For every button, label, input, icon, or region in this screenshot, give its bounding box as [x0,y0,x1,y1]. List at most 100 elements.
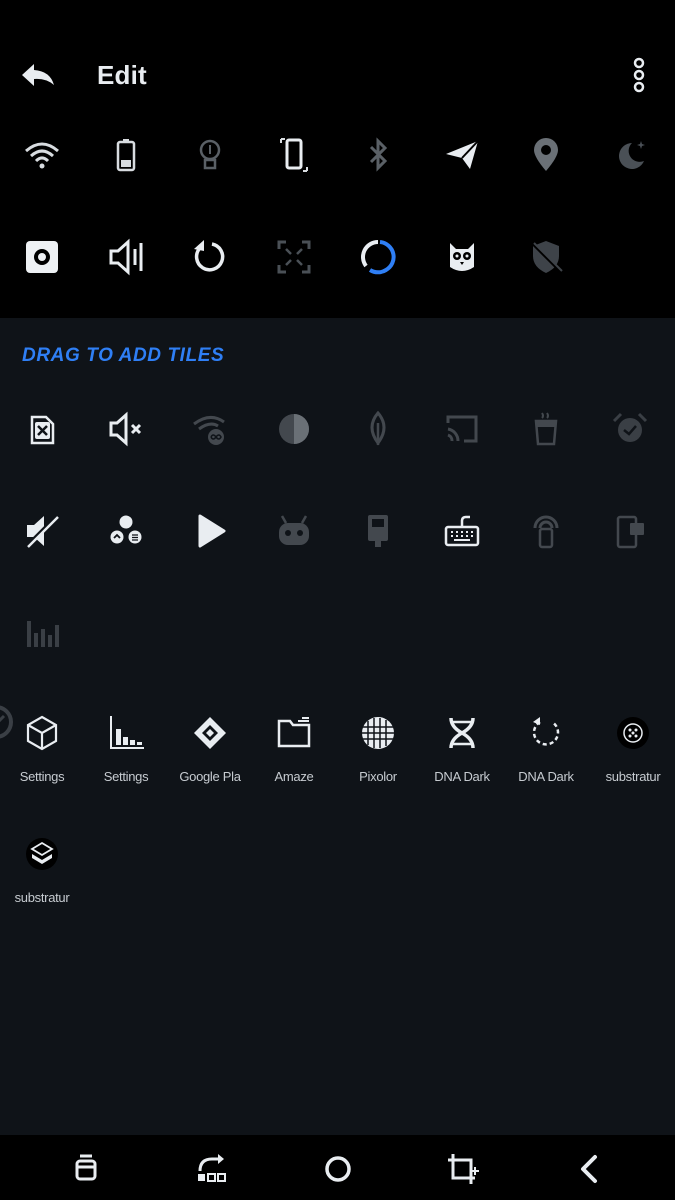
app-tile-substratum-1[interactable]: substratur [591,713,675,784]
hotspot-icon [533,515,559,549]
tile-sound-off[interactable] [10,499,74,563]
app-label: DNA Dark [518,769,574,784]
auto-rotate-icon [280,138,308,172]
tile-volume-mute[interactable] [94,397,158,461]
tile-night-mode[interactable] [598,123,662,187]
tile-screen-record[interactable] [10,225,74,289]
tile-bluetooth[interactable] [346,123,410,187]
app-tile-substratum-2[interactable]: substratur [0,834,84,905]
data-saver-icon [361,240,396,275]
coffee-icon [534,412,558,446]
app-label: Settings [19,769,65,784]
tile-device[interactable] [598,499,662,563]
refresh-dots-icon [526,713,566,753]
tile-ambient[interactable] [346,397,410,461]
app-tile-dna-dark-1[interactable]: DNA Dark [420,713,504,784]
navigation-bar [0,1135,675,1200]
app-tile-pixolor[interactable]: Pixolor [336,713,420,784]
back-button[interactable] [18,58,58,94]
folder-icon [274,713,314,753]
app-label: DNA Dark [434,769,490,784]
recent-apps-icon [75,1154,97,1181]
tile-wifi-infinity[interactable] [178,397,242,461]
flashlight-icon [199,139,221,170]
back-icon [581,1155,597,1183]
bar-chart-icon [106,713,146,753]
alarm-icon [612,412,648,442]
tile-coffee[interactable] [514,397,578,461]
app-tile-dna-dark-2[interactable]: DNA Dark [504,713,588,784]
tile-contrast[interactable] [262,397,326,461]
tile-data-saver[interactable] [346,225,410,289]
back-arrow-icon [22,64,54,86]
cast-icon [446,415,478,443]
device-icon [616,515,644,549]
airplane-mode-icon [446,140,479,169]
tile-android[interactable] [262,499,326,563]
app-label: Google Pla [179,769,241,784]
tile-hotspot[interactable] [514,499,578,563]
night-mode-icon [619,141,645,169]
dna-icon [442,713,482,753]
sync-icon [194,240,225,272]
immersive-mode-icon [277,240,311,274]
android-icon [279,515,309,545]
tile-usb-tether[interactable] [346,499,410,563]
app-tile-google-play[interactable]: Google Pla [168,713,252,784]
no-sim-icon [30,415,55,445]
signal-bars-icon [27,621,59,647]
tile-caffeine[interactable] [430,225,494,289]
tile-battery[interactable] [94,123,158,187]
tile-flashlight[interactable] [178,123,242,187]
play-icon [198,514,226,548]
nav-back-button[interactable] [569,1151,609,1187]
tile-alarm[interactable] [598,397,662,461]
grid-circle-icon [358,713,398,753]
home-icon [325,1156,351,1182]
battery-icon [116,139,136,172]
screenshot-crop-button[interactable] [443,1151,483,1187]
substratum-icon [613,713,653,753]
wifi-infinity-icon [193,416,225,445]
contrast-icon [279,414,309,444]
app-tile-amaze[interactable]: Amaze [252,713,336,784]
diamond-icon [190,713,230,753]
tile-wifi[interactable] [10,123,74,187]
drag-to-add-heading: DRAG TO ADD TILES [22,345,225,366]
location-icon [534,138,558,171]
apps-group-icon [110,515,142,544]
tile-no-sim[interactable] [10,397,74,461]
bluetooth-icon [369,137,388,172]
app-label: Settings [103,769,149,784]
rotate-button[interactable] [192,1151,232,1187]
tile-play[interactable] [178,499,242,563]
ambient-leaf-icon [370,410,386,446]
usb-tether-icon [368,515,388,547]
app-tile-settings-2[interactable]: Settings [84,713,168,784]
tile-volume-panel[interactable] [94,225,158,289]
volume-mute-icon [109,411,142,447]
more-vert-icon [633,57,645,93]
keyboard-icon [444,515,480,547]
tile-sync[interactable] [178,225,242,289]
home-button[interactable] [318,1151,358,1187]
caffeine-owl-icon [450,243,474,271]
sound-off-icon [24,515,59,549]
layers-icon [22,834,62,874]
more-options-button[interactable] [625,56,653,96]
tile-keyboard[interactable] [430,499,494,563]
rotate-icon [198,1154,226,1182]
recent-apps-button[interactable] [66,1151,106,1187]
tile-vpn[interactable] [514,225,578,289]
app-tile-settings-1[interactable]: Settings [0,713,84,784]
tile-immersive-mode[interactable] [262,225,326,289]
tile-apps-group[interactable] [94,499,158,563]
tile-signal-bars[interactable] [10,601,74,665]
app-label: Pixolor [359,769,397,784]
tile-airplane[interactable] [430,123,494,187]
volume-panel-icon [109,238,143,276]
page-title: Edit [97,60,147,90]
tile-cast[interactable] [430,397,494,461]
tile-auto-rotate[interactable] [262,123,326,187]
tile-location[interactable] [514,123,578,187]
